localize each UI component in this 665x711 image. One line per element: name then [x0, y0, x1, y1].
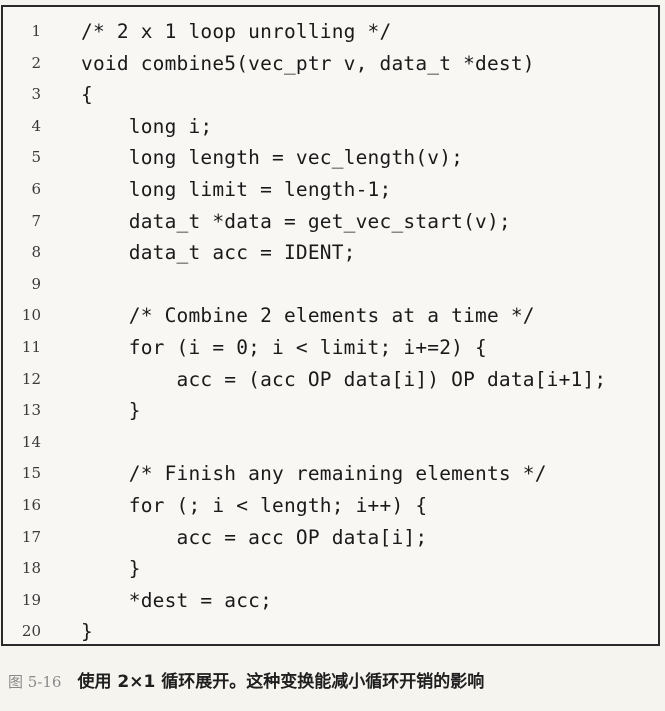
- line-number: 10: [21, 306, 41, 325]
- line-number: 6: [31, 179, 41, 198]
- code-line: 16 for (; i < length; i++) {: [3, 490, 658, 522]
- line-number: 1: [31, 22, 41, 40]
- line-number: 12: [21, 369, 41, 388]
- code-line: 15 /* Finish any remaining elements */: [3, 458, 658, 490]
- code-text: }: [81, 399, 141, 423]
- code-lines: 1 /* 2 x 1 loop unrolling */ 2 void combin…: [3, 16, 658, 648]
- line-number: 4: [31, 116, 41, 135]
- code-text: /* Combine 2 elements at a time */: [81, 304, 535, 328]
- code-text: /* Finish any remaining elements */: [81, 462, 547, 486]
- code-text: acc = acc OP data[i];: [81, 525, 428, 549]
- code-line: 18 }: [3, 553, 658, 585]
- code-line: 13 }: [3, 395, 658, 427]
- code-text: *dest = acc;: [81, 588, 273, 612]
- code-text: }: [81, 557, 141, 581]
- code-line: 3{: [3, 79, 658, 111]
- code-line: 7 data_t *data = get_vec_start(v);: [3, 206, 658, 238]
- code-text: long i;: [81, 114, 213, 138]
- code-line: 9: [3, 269, 658, 301]
- line-number: 14: [21, 432, 41, 451]
- line-number: 16: [21, 495, 41, 514]
- code-line: 10 /* Combine 2 elements at a time */: [3, 300, 658, 332]
- code-line: 8 data_t acc = IDENT;: [3, 237, 658, 269]
- line-number: 9: [31, 274, 41, 293]
- code-line: 4 long i;: [3, 111, 658, 143]
- code-line: 14: [3, 427, 658, 459]
- code-line: 5 long length = vec_length(v);: [3, 142, 658, 174]
- line-number: 8: [31, 243, 41, 262]
- figure-caption: 图 5-16 使用 2×1 循环展开。这种变换能减小循环开销的影响: [8, 666, 658, 698]
- code-text: long length = vec_length(v);: [81, 146, 464, 170]
- line-number: 3: [31, 85, 41, 104]
- line-number: 5: [31, 148, 41, 167]
- code-line: 17 acc = acc OP data[i];: [3, 522, 658, 554]
- code-text: {: [81, 83, 93, 107]
- code-line: 1 /* 2 x 1 loop unrolling */: [3, 16, 658, 48]
- code-text: void combine5(vec_ptr v, data_t *dest): [81, 51, 535, 75]
- line-number: 17: [21, 527, 41, 546]
- code-text: for (; i < length; i++) {: [81, 493, 428, 517]
- line-number: 15: [21, 464, 41, 483]
- line-number: 19: [21, 590, 41, 609]
- code-listing: 1 /* 2 x 1 loop unrolling */ 2 void combin…: [1, 5, 660, 646]
- code-line: 20}: [3, 616, 658, 648]
- figure-label: 图 5-16: [8, 673, 62, 691]
- code-line: 19 *dest = acc;: [3, 585, 658, 617]
- code-line: 11 for (i = 0; i < limit; i+=2) {: [3, 332, 658, 364]
- caption-text: 使用 2×1 循环展开。这种变换能减小循环开销的影响: [77, 672, 485, 692]
- code-text: data_t acc = IDENT;: [81, 241, 356, 265]
- code-text: /* 2 x 1 loop unrolling */: [81, 20, 392, 43]
- code-text: data_t *data = get_vec_start(v);: [81, 209, 511, 233]
- code-text: for (i = 0; i < limit; i+=2) {: [81, 335, 487, 359]
- line-number: 20: [21, 622, 41, 641]
- line-number: 11: [21, 337, 41, 356]
- code-line: 6 long limit = length-1;: [3, 174, 658, 206]
- code-line: 2 void combine5(vec_ptr v, data_t *dest): [3, 48, 658, 80]
- line-number: 18: [21, 559, 41, 578]
- line-number: 13: [21, 401, 41, 420]
- code-text: acc = (acc OP data[i]) OP data[i+1];: [81, 367, 607, 391]
- code-line: 12 acc = (acc OP data[i]) OP data[i+1];: [3, 364, 658, 396]
- line-number: 2: [31, 53, 41, 72]
- line-number: 7: [31, 211, 41, 230]
- code-text: }: [81, 620, 93, 644]
- code-text: long limit = length-1;: [81, 177, 392, 201]
